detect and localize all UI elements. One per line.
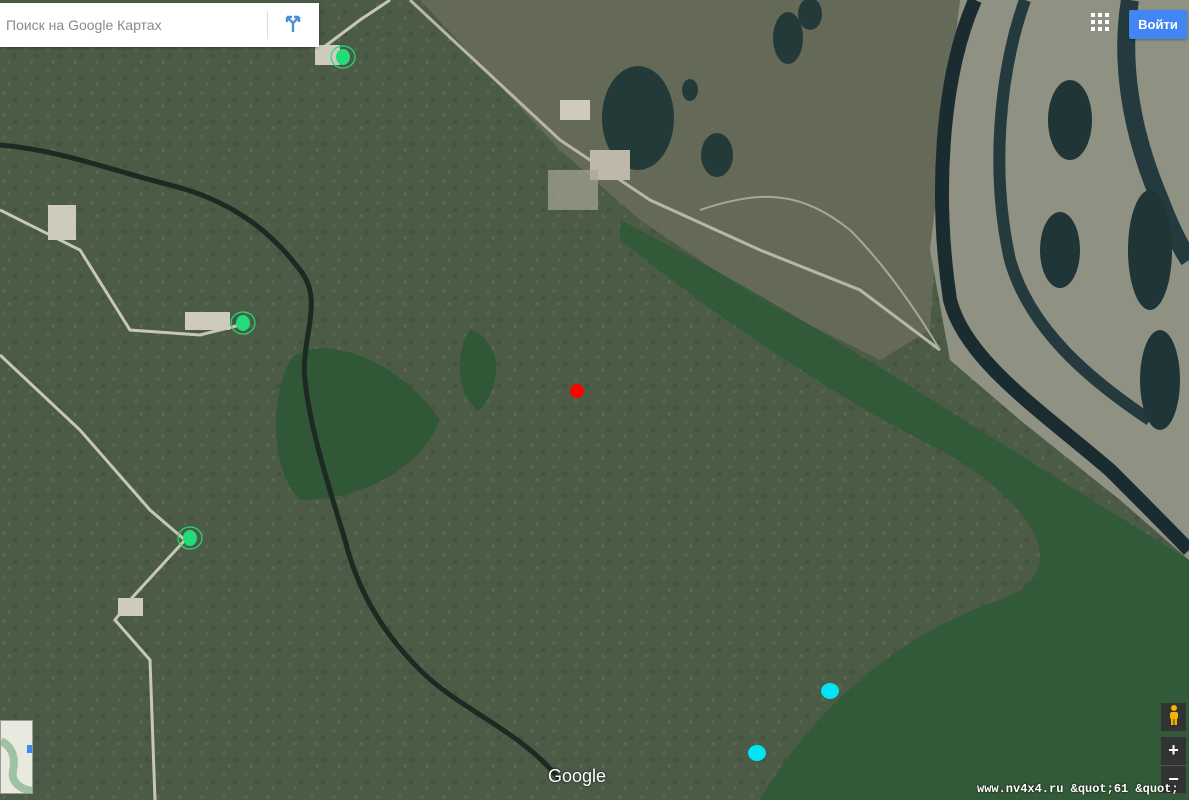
- search-input[interactable]: [0, 5, 267, 45]
- map-marker-green[interactable]: [236, 315, 250, 331]
- lake: [1128, 190, 1172, 310]
- satellite-map[interactable]: [0, 0, 1189, 800]
- search-box: [0, 3, 319, 47]
- apps-grid-icon: [1091, 12, 1109, 36]
- street-view-button[interactable]: [1161, 703, 1186, 731]
- settlement-area: [548, 170, 598, 210]
- lake: [1140, 330, 1180, 430]
- building: [560, 100, 590, 120]
- map-type-thumbnail[interactable]: [0, 720, 33, 794]
- google-logo: Google: [548, 766, 607, 786]
- building: [118, 598, 143, 616]
- directions-button[interactable]: [268, 3, 318, 47]
- building: [185, 312, 230, 330]
- pegman-icon: [1168, 704, 1180, 730]
- apps-button[interactable]: [1086, 10, 1114, 38]
- map-marker-green[interactable]: [336, 49, 350, 65]
- lake: [773, 12, 803, 64]
- map-marker-cyan[interactable]: [748, 745, 766, 761]
- directions-icon: [282, 12, 304, 39]
- lake: [1048, 80, 1092, 160]
- signin-button[interactable]: Войти: [1129, 10, 1187, 39]
- map-marker-red[interactable]: [570, 384, 584, 398]
- watermark: www.nv4x4.ru &quot;61 &quot;: [977, 782, 1179, 796]
- map-marker-green[interactable]: [183, 530, 197, 546]
- lake: [701, 133, 733, 177]
- lake: [1040, 212, 1080, 288]
- zoom-in-button[interactable]: +: [1161, 737, 1186, 765]
- building: [48, 205, 76, 240]
- map-marker-cyan[interactable]: [821, 683, 839, 699]
- lake: [682, 79, 698, 101]
